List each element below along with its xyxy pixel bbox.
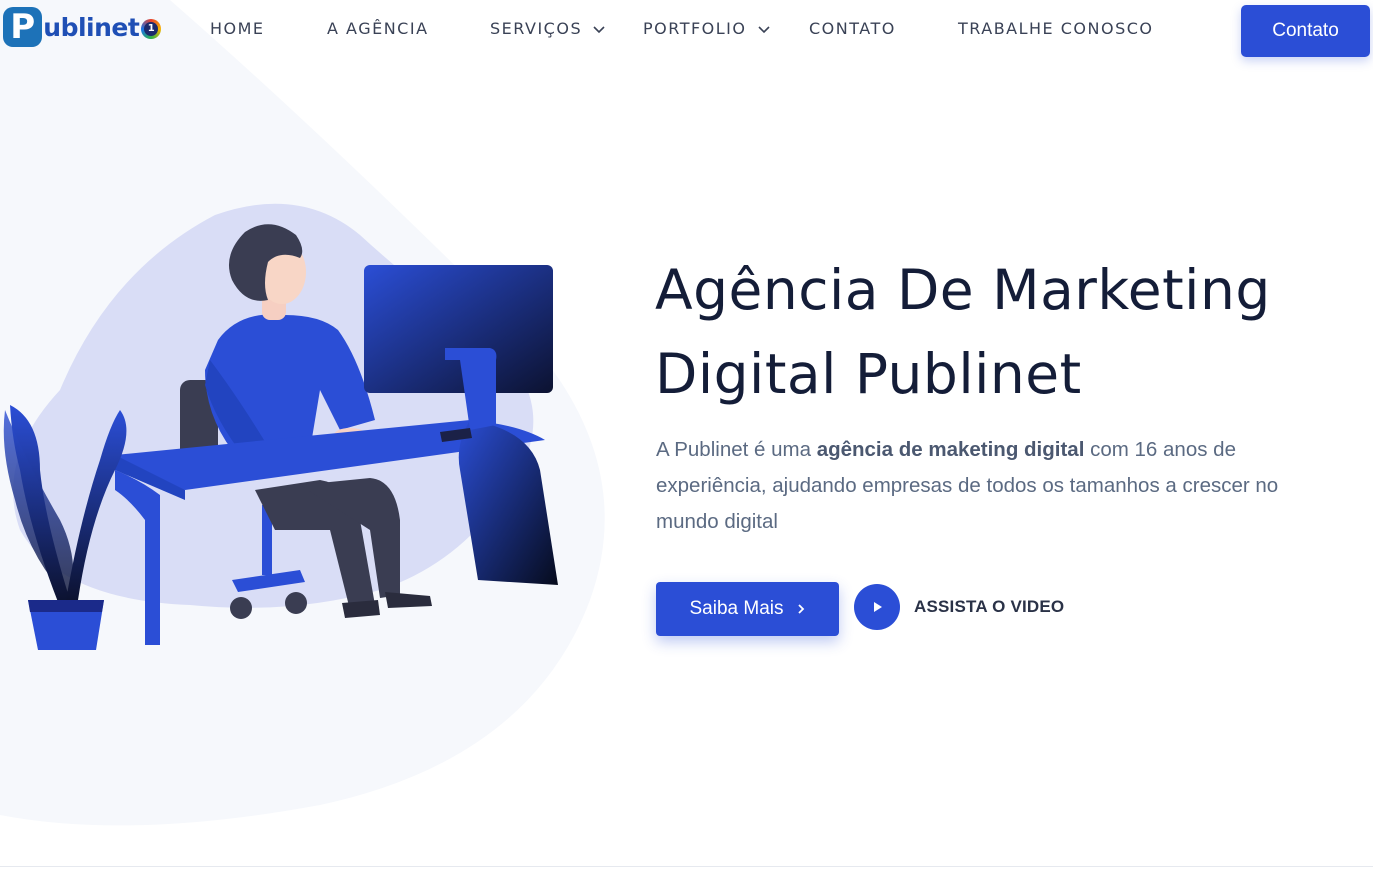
hero-title-line1: Agência De Marketing: [655, 258, 1271, 322]
nav-item-agencia[interactable]: A AGÊNCIA: [327, 19, 429, 38]
chevron-right-icon: [797, 604, 804, 614]
contact-button[interactable]: Contato: [1241, 5, 1370, 57]
logo-badge-icon: 1: [141, 18, 161, 39]
hero-illustration: [3, 203, 558, 650]
nav-item-label: A AGÊNCIA: [327, 19, 429, 38]
watch-video-link[interactable]: ASSISTA O VIDEO: [914, 597, 1064, 617]
hero-title: Agência De Marketing Digital Publinet: [655, 248, 1335, 416]
chevron-down-icon[interactable]: [592, 22, 606, 36]
nav-item-label: TRABALHE CONOSCO: [958, 19, 1154, 38]
nav-item-servicos[interactable]: SERVIÇOS: [490, 19, 606, 38]
nav-item-trabalhe-conosco[interactable]: TRABALHE CONOSCO: [958, 19, 1154, 38]
nav-item-home[interactable]: HOME: [210, 19, 265, 38]
logo-text: ublinet: [43, 12, 140, 42]
logo-badge: 1: [144, 21, 159, 36]
logo-letter: P: [3, 7, 43, 47]
learn-more-button[interactable]: Saiba Mais: [656, 582, 839, 636]
hero-description: A Publinet é uma agência de maketing dig…: [656, 432, 1346, 540]
play-icon: [874, 602, 882, 612]
chevron-down-icon[interactable]: [757, 22, 771, 36]
hero-text-before: A Publinet é uma: [656, 438, 817, 461]
nav-item-contato[interactable]: CONTATO: [809, 19, 896, 38]
hero-title-line2: Digital Publinet: [655, 342, 1082, 406]
nav-item-label: PORTFOLIO: [643, 19, 747, 38]
nav-item-portfolio[interactable]: PORTFOLIO: [643, 19, 771, 38]
section-divider: [0, 866, 1373, 867]
hero-text-bold: agência de maketing digital: [816, 438, 1085, 461]
nav-item-label: CONTATO: [809, 19, 896, 38]
nav-item-label: SERVIÇOS: [490, 19, 583, 38]
logo[interactable]: P ublinet 1: [3, 5, 161, 49]
play-video-button[interactable]: [854, 584, 900, 630]
nav-item-label: HOME: [210, 19, 265, 38]
learn-more-label: Saiba Mais: [689, 598, 784, 619]
